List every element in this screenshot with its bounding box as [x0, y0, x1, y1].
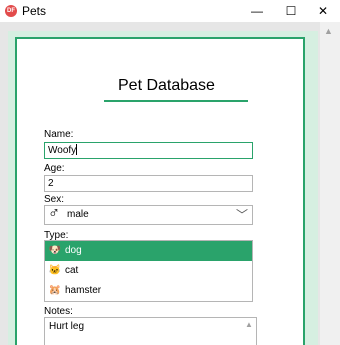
name-value: Woofy — [48, 145, 77, 156]
list-item-label: dog — [65, 245, 82, 256]
name-field[interactable]: Woofy — [44, 142, 253, 159]
age-value: 2 — [48, 178, 54, 189]
name-label: Name: — [44, 129, 74, 140]
scroll-up-icon[interactable]: ▲ — [324, 26, 333, 36]
dog-icon: 🐶 — [48, 245, 62, 256]
list-item-label: hamster — [65, 285, 102, 296]
male-icon: ♂ — [48, 205, 60, 222]
notes-scroll-up-icon[interactable]: ▲ — [245, 320, 253, 329]
type-list[interactable]: 🐶 dog 🐱 cat 🐹 hamster — [44, 240, 253, 302]
window-title: Pets — [22, 4, 47, 18]
list-item-hamster[interactable]: 🐹 hamster — [45, 281, 252, 301]
maximize-button[interactable]: ☐ — [274, 0, 308, 22]
age-field[interactable]: 2 — [44, 175, 253, 192]
app-icon: DF — [5, 5, 17, 17]
sex-dropdown[interactable]: ♂ male ﹀ — [44, 205, 253, 225]
minimize-button[interactable]: — — [240, 0, 274, 22]
notes-field[interactable]: Hurt leg — [44, 317, 257, 345]
cat-icon: 🐱 — [48, 265, 62, 276]
age-label: Age: — [44, 163, 65, 174]
vertical-scrollbar[interactable] — [320, 22, 340, 345]
close-button[interactable]: ✕ — [306, 0, 340, 22]
sex-value: male — [67, 209, 89, 220]
notes-label: Notes: — [44, 306, 73, 317]
hamster-icon: 🐹 — [48, 285, 62, 296]
page-title: Pet Database — [118, 77, 215, 94]
notes-value: Hurt leg — [49, 321, 85, 332]
chevron-down-icon: ﹀ — [235, 208, 248, 222]
title-underline — [104, 100, 248, 102]
list-item-cat[interactable]: 🐱 cat — [45, 261, 252, 281]
text-caret — [76, 144, 78, 155]
list-item-label: cat — [65, 265, 79, 276]
title-bar: DF Pets — ☐ ✕ — [0, 0, 340, 22]
list-item-dog[interactable]: 🐶 dog — [45, 241, 252, 261]
